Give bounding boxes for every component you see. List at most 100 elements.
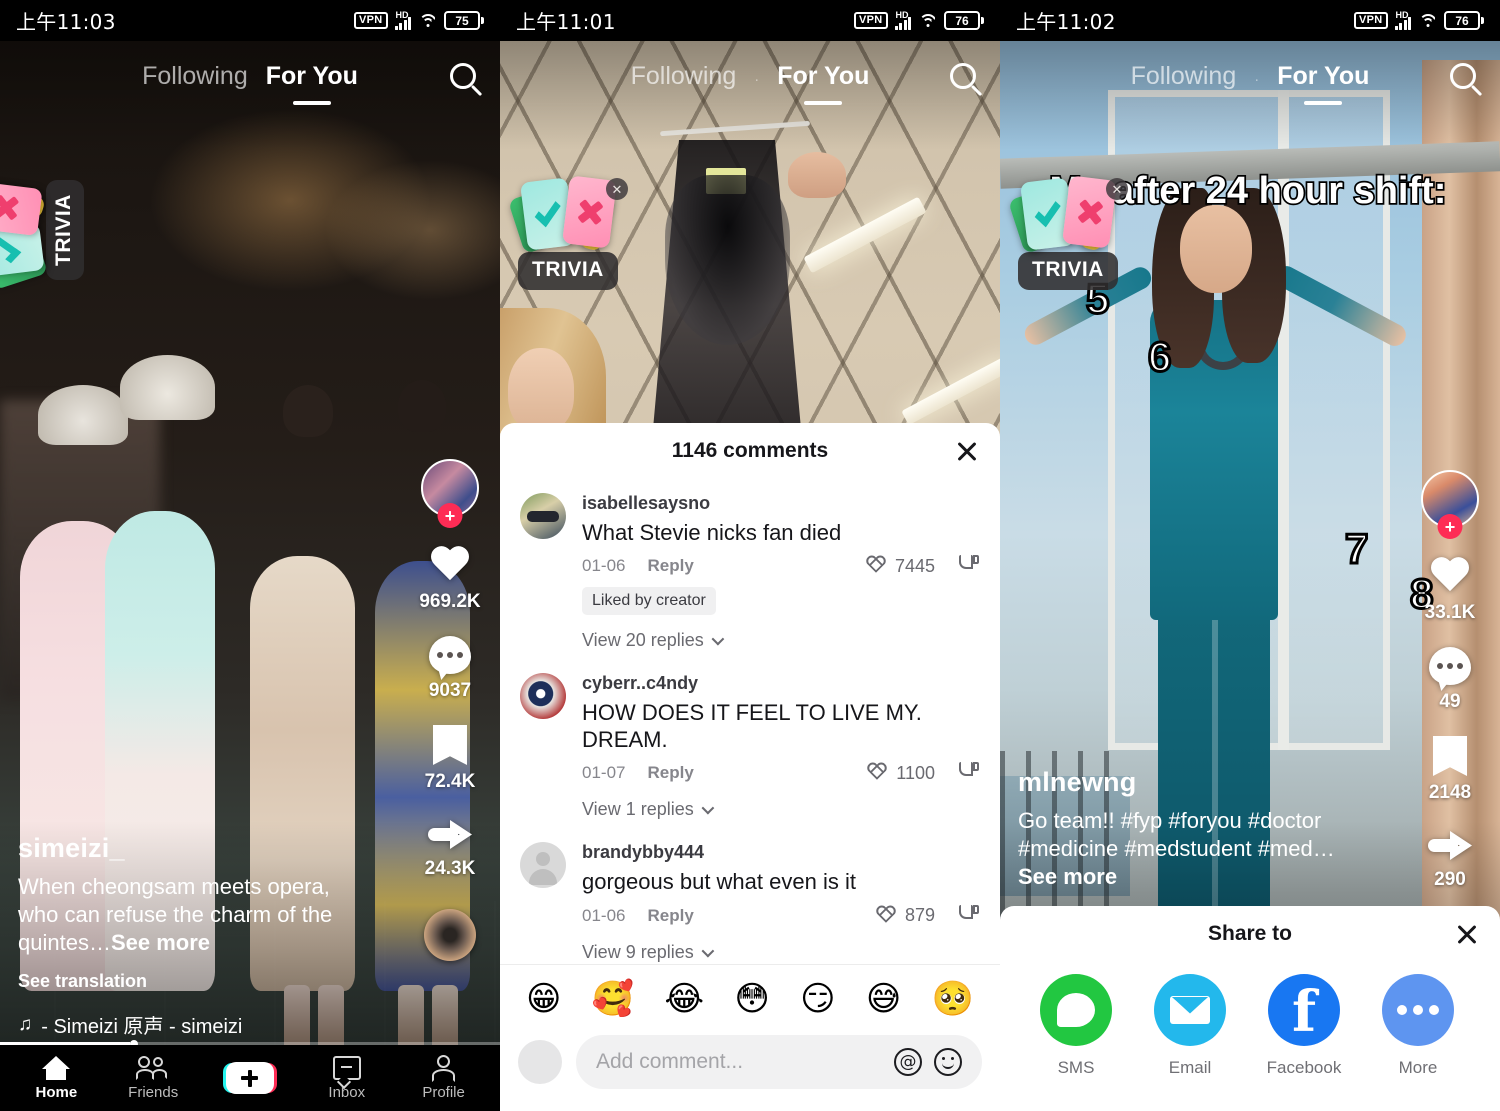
follow-button[interactable]: + [1437, 514, 1463, 539]
vpn-badge: VPN [853, 12, 888, 29]
comment-like-button[interactable]: 7445 [865, 556, 935, 577]
share-target-more[interactable]: More [1380, 974, 1456, 1078]
lace-detail [665, 175, 790, 345]
thumbs-down-icon[interactable] [959, 762, 980, 784]
view-replies-link[interactable]: View 1 replies [582, 799, 980, 820]
comment-item[interactable]: isabellesaysno What Stevie nicks fan die… [520, 479, 980, 616]
tab-for-you[interactable]: For You [777, 62, 869, 91]
emoji-joy[interactable]: 😂 [664, 979, 704, 1019]
view-replies-link[interactable]: View 20 replies [582, 630, 980, 651]
comment-date: 01-06 [582, 556, 626, 576]
thumbs-down-icon[interactable] [959, 555, 980, 577]
comment-like-button[interactable]: 1100 [866, 763, 935, 784]
nav-item-friends[interactable]: Friends [113, 1055, 193, 1101]
comment-button[interactable]: 49 [1429, 647, 1471, 713]
creator-avatar[interactable]: + [1421, 470, 1479, 539]
emoji-picker-icon[interactable] [934, 1048, 962, 1076]
follow-button[interactable]: + [437, 503, 463, 528]
nav-item-home[interactable]: Home [16, 1055, 96, 1101]
comment-count-title: 1146 comments [671, 439, 829, 462]
comment-like-button[interactable]: 879 [875, 905, 935, 926]
share-targets: SMS Email f Facebook More [1000, 962, 1500, 1078]
music-disc-icon[interactable] [424, 909, 476, 961]
heart-outline-icon [866, 763, 888, 783]
comment-author[interactable]: cyberr..c4ndy [582, 673, 980, 694]
share-button[interactable]: 24.3K [425, 816, 475, 880]
like-button[interactable]: 969.2K [419, 547, 480, 613]
tab-following[interactable]: Following [142, 62, 248, 91]
emoji-pleading[interactable]: 🥺 [932, 979, 974, 1019]
close-icon [954, 438, 980, 464]
comment-text: HOW DOES IT FEEL TO LIVE MY. DREAM. [582, 700, 922, 752]
video-author[interactable]: simeizi_ [18, 833, 368, 864]
comment-item[interactable]: brandybby444 gorgeous but what even is i… [520, 828, 980, 926]
avatar[interactable] [520, 842, 566, 889]
trivia-widget[interactable]: ✕ TRIVIA [0, 174, 84, 291]
comment-author[interactable]: isabellesaysno [582, 493, 980, 514]
trivia-widget[interactable]: ✕ TRIVIA [507, 172, 628, 290]
emoji-sweat-smile[interactable]: 😅 [866, 979, 901, 1019]
share-target-sms[interactable]: SMS [1038, 974, 1114, 1078]
search-button[interactable] [450, 63, 476, 89]
description-text: Go team!! #fyp #foryou #doctor #medicine… [1018, 807, 1335, 861]
nav-item-create[interactable] [210, 1062, 290, 1094]
emoji-flushed[interactable]: 😳 [734, 979, 769, 1019]
share-target-email[interactable]: Email [1152, 974, 1228, 1078]
comment-list[interactable]: isabellesaysno What Stevie nicks fan die… [500, 479, 1000, 964]
creator-avatar[interactable]: + [421, 459, 479, 528]
video-author[interactable]: mlnewng [1018, 767, 1368, 798]
avatar[interactable] [520, 673, 566, 720]
comment-item[interactable]: cyberr..c4ndy HOW DOES IT FEEL TO LIVE M… [520, 659, 980, 784]
phone-panel-1: 上午11:03 VPN HD 75 Following For You TRIV… [0, 0, 500, 1111]
trivia-widget[interactable]: ✕ TRIVIA [1007, 172, 1128, 290]
search-button[interactable] [950, 63, 976, 89]
share-button[interactable]: 290 [1428, 827, 1472, 891]
signal-icon: HD [894, 10, 911, 30]
see-more-link[interactable]: See more [1018, 864, 1117, 889]
nav-item-inbox[interactable]: Inbox [307, 1055, 387, 1101]
search-button[interactable] [1450, 63, 1476, 89]
emoji-grin[interactable]: 😁 [526, 979, 561, 1019]
view-replies-link[interactable]: View 9 replies [582, 942, 980, 963]
close-comments-button[interactable] [954, 438, 980, 464]
like-button[interactable]: 33.1K [1425, 558, 1476, 624]
share-target-facebook[interactable]: f Facebook [1266, 974, 1342, 1078]
reply-link[interactable]: Reply [647, 906, 693, 926]
bookmark-button[interactable]: 2148 [1429, 736, 1471, 804]
at-icon[interactable]: @ [894, 1048, 922, 1076]
comment-text: gorgeous but what even is it [582, 869, 856, 895]
view-replies-label: View 1 replies [582, 799, 694, 820]
nav-item-profile[interactable]: Profile [404, 1055, 484, 1101]
reply-link[interactable]: Reply [647, 556, 693, 576]
tab-separator: · [1254, 70, 1260, 88]
battery-icon: 76 [1444, 11, 1484, 30]
action-rail: + 969.2K 9037 72.4K 24.3K [414, 459, 486, 961]
thumbs-down-icon[interactable] [959, 904, 980, 927]
like-count: 969.2K [419, 591, 481, 612]
emoji-smirk[interactable]: 😏 [800, 979, 835, 1019]
see-translation-link[interactable]: See translation [18, 971, 368, 992]
trivia-close-icon[interactable]: ✕ [1106, 178, 1128, 200]
like-count: 33.1K [1424, 602, 1476, 623]
comment-button[interactable]: 9037 [429, 636, 471, 702]
comment-date: 01-06 [582, 905, 626, 925]
tab-following[interactable]: Following [1131, 62, 1237, 91]
comment-input[interactable]: Add comment... @ [576, 1035, 982, 1089]
music-title: - Simeizi 原声 - simeizi [41, 1016, 243, 1038]
close-share-button[interactable] [1454, 921, 1480, 947]
top-tab-bar: Following · For You [500, 41, 1000, 111]
bookmark-button[interactable]: 72.4K [425, 725, 475, 793]
tab-for-you[interactable]: For You [266, 62, 358, 91]
avatar[interactable] [520, 493, 566, 539]
trivia-close-icon[interactable]: ✕ [606, 178, 628, 200]
see-more-link[interactable]: See more [111, 930, 210, 955]
reply-link[interactable]: Reply [647, 763, 693, 783]
phone-panel-2: 上午11:01 VPN HD 76 Following · For You ✕ … [500, 0, 1000, 1111]
music-row[interactable]: ♫ - Simeizi 原声 - simeizi [18, 1010, 368, 1039]
emoji-hearts[interactable]: 🥰 [592, 979, 634, 1019]
action-rail: + 33.1K 49 2148 290 [1414, 470, 1486, 914]
tab-following[interactable]: Following [631, 62, 737, 91]
comment-author[interactable]: brandybby444 [582, 842, 980, 863]
x-card-icon [573, 195, 606, 228]
tab-for-you[interactable]: For You [1277, 62, 1369, 91]
